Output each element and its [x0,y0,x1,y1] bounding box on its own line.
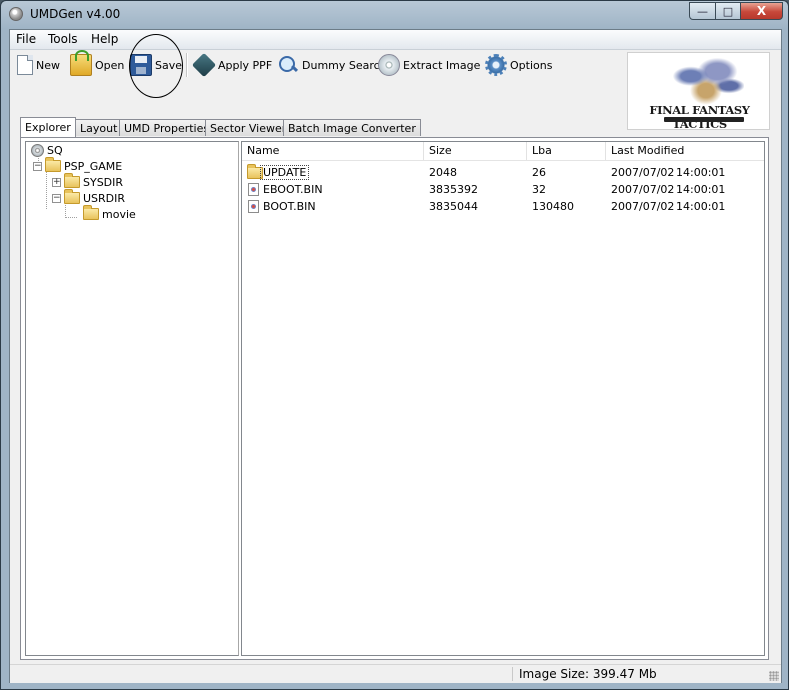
folder-icon [45,157,61,172]
tree-node-usrdir[interactable]: − USRDIR [52,189,126,206]
status-bar: Image Size: 399.47 Mb [10,664,781,683]
save-button[interactable]: Save [130,52,182,78]
folder-tree[interactable]: SQ − PSP_GAME + SYSDIR − USRDIR movie [25,141,239,656]
file-icon [248,183,259,196]
file-lba: 32 [532,183,546,196]
collapse-toggle[interactable]: − [33,161,42,171]
menu-help[interactable]: Help [91,32,118,46]
file-date: 2007/07/02 [611,200,675,213]
explorer-panel: SQ − PSP_GAME + SYSDIR − USRDIR movie Na… [20,137,769,660]
app-window: UMDGen v4.00 — □ X File Tools Help New O… [0,0,789,690]
patch-box-icon [191,52,217,78]
file-size: 2048 [429,166,457,179]
file-lba: 130480 [532,200,574,213]
logo-subtitle-bar [664,117,744,122]
save-label: Save [155,58,183,72]
tree-node-sq[interactable]: SQ [31,142,63,158]
tree-node-label: USRDIR [83,191,126,205]
disc-icon [31,143,44,157]
tab-layout[interactable]: Layout [75,119,123,136]
file-size: 3835392 [429,183,478,196]
tree-node-label: SYSDIR [83,175,124,189]
collapse-toggle[interactable]: − [52,193,61,203]
tree-node-movie[interactable]: movie [83,205,136,222]
folder-icon [83,205,99,220]
client-area: File Tools Help New Open Save Apply PPF [9,29,782,683]
new-button[interactable]: New [14,52,60,78]
image-size-status: Image Size: 399.47 Mb [519,667,657,681]
tab-batch-image-converter[interactable]: Batch Image Converter [283,119,421,136]
file-size: 3835044 [429,200,478,213]
file-name: UPDATE [260,165,310,180]
new-label: New [36,58,60,72]
file-list[interactable]: Name Size Lba Last Modified UPDATE 2048 … [241,141,765,656]
tree-node-label: SQ [47,143,63,157]
dummy-search-label: Dummy Search [302,58,387,72]
tree-line [46,170,47,209]
menu-tools[interactable]: Tools [48,32,78,46]
open-label: Open [95,58,125,72]
table-row[interactable]: UPDATE 2048 26 2007/07/02 14:00:01 [242,164,764,181]
game-logo: FINAL FANTASY TACTICS [627,52,770,130]
apply-ppf-button[interactable]: Apply PPF [191,52,273,78]
options-label: Options [510,58,553,72]
extract-image-button[interactable]: Extract Image [378,52,480,78]
tab-sector-viewer[interactable]: Sector Viewer [205,119,292,136]
folder-icon [64,189,80,204]
tree-line [65,217,77,218]
tab-umd-properties[interactable]: UMD Properties [119,119,215,136]
logo-artwork [668,57,744,105]
minimize-button[interactable]: — [689,2,716,20]
maximize-button[interactable]: □ [715,2,741,20]
file-name: BOOT.BIN [263,200,316,213]
open-button[interactable]: Open [70,50,125,78]
extract-image-label: Extract Image [403,58,481,72]
file-icon [248,200,259,213]
resize-grip-icon[interactable] [769,671,779,681]
column-last-modified[interactable]: Last Modified [606,142,764,160]
tree-node-sysdir[interactable]: + SYSDIR [52,173,124,190]
tree-node-label: movie [102,207,136,221]
file-date: 2007/07/02 [611,166,675,179]
table-row[interactable]: BOOT.BIN 3835044 130480 2007/07/02 14:00… [242,198,764,215]
file-name: EBOOT.BIN [263,183,323,196]
gear-icon [485,54,507,76]
tab-explorer[interactable]: Explorer [20,117,76,137]
disc-icon [378,54,400,76]
list-header: Name Size Lba Last Modified [242,142,764,161]
column-name[interactable]: Name [242,142,424,160]
dummy-search-button[interactable]: Dummy Search [277,52,387,78]
tree-node-label: PSP_GAME [64,159,123,173]
expand-toggle[interactable]: + [52,177,61,187]
file-time: 14:00:01 [676,183,726,196]
floppy-disk-icon [130,54,152,76]
app-disc-icon[interactable] [9,7,23,21]
apply-ppf-label: Apply PPF [218,58,273,72]
menu-file[interactable]: File [16,32,36,46]
magnifier-icon [277,54,299,76]
file-date: 2007/07/02 [611,183,675,196]
file-time: 14:00:01 [676,166,726,179]
file-time: 14:00:01 [676,200,726,213]
window-title: UMDGen v4.00 [30,7,121,21]
title-bar[interactable]: UMDGen v4.00 — □ X [1,1,788,27]
column-size[interactable]: Size [424,142,527,160]
tree-node-psp-game[interactable]: − PSP_GAME [33,157,123,174]
new-document-icon [17,55,33,75]
options-button[interactable]: Options [485,52,552,78]
table-row[interactable]: EBOOT.BIN 3835392 32 2007/07/02 14:00:01 [242,181,764,198]
file-lba: 26 [532,166,546,179]
menu-bar: File Tools Help [10,30,781,50]
column-lba[interactable]: Lba [527,142,606,160]
status-separator [512,667,513,681]
open-folder-icon [70,50,92,76]
close-button[interactable]: X [740,2,783,20]
toolbar-separator [186,53,188,77]
folder-icon [64,173,80,188]
